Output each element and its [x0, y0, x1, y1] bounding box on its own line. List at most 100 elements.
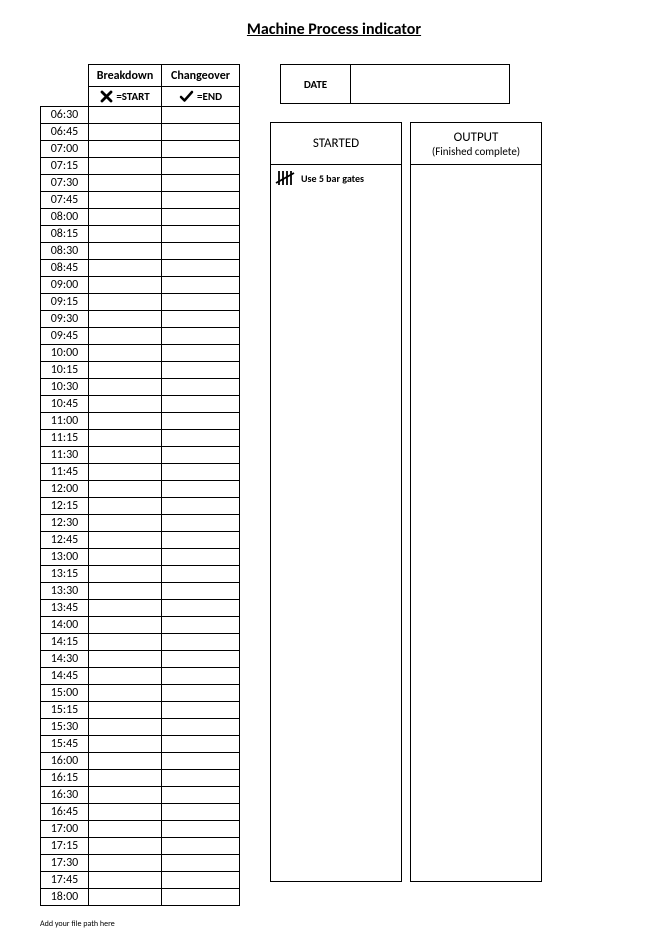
breakdown-cell[interactable] [89, 566, 162, 583]
started-body[interactable]: Use 5 bar gates [271, 165, 401, 881]
changeover-cell[interactable] [162, 481, 240, 498]
changeover-cell[interactable] [162, 175, 240, 192]
changeover-cell[interactable] [162, 651, 240, 668]
breakdown-cell[interactable] [89, 515, 162, 532]
breakdown-cell[interactable] [89, 311, 162, 328]
breakdown-cell[interactable] [89, 379, 162, 396]
breakdown-cell[interactable] [89, 855, 162, 872]
changeover-cell[interactable] [162, 770, 240, 787]
changeover-cell[interactable] [162, 447, 240, 464]
output-body[interactable] [411, 165, 541, 881]
changeover-cell[interactable] [162, 362, 240, 379]
changeover-cell[interactable] [162, 821, 240, 838]
changeover-cell[interactable] [162, 260, 240, 277]
breakdown-cell[interactable] [89, 549, 162, 566]
breakdown-cell[interactable] [89, 141, 162, 158]
breakdown-cell[interactable] [89, 634, 162, 651]
changeover-cell[interactable] [162, 328, 240, 345]
breakdown-cell[interactable] [89, 328, 162, 345]
date-value-field[interactable] [351, 65, 509, 103]
time-cell: 11:00 [41, 413, 89, 430]
breakdown-cell[interactable] [89, 532, 162, 549]
changeover-cell[interactable] [162, 566, 240, 583]
changeover-cell[interactable] [162, 787, 240, 804]
breakdown-cell[interactable] [89, 413, 162, 430]
breakdown-cell[interactable] [89, 838, 162, 855]
changeover-cell[interactable] [162, 124, 240, 141]
breakdown-cell[interactable] [89, 464, 162, 481]
breakdown-cell[interactable] [89, 362, 162, 379]
breakdown-cell[interactable] [89, 447, 162, 464]
changeover-cell[interactable] [162, 226, 240, 243]
breakdown-cell[interactable] [89, 821, 162, 838]
breakdown-cell[interactable] [89, 260, 162, 277]
changeover-cell[interactable] [162, 532, 240, 549]
changeover-cell[interactable] [162, 515, 240, 532]
breakdown-cell[interactable] [89, 158, 162, 175]
changeover-cell[interactable] [162, 396, 240, 413]
changeover-cell[interactable] [162, 107, 240, 124]
changeover-cell[interactable] [162, 549, 240, 566]
changeover-cell[interactable] [162, 192, 240, 209]
changeover-cell[interactable] [162, 413, 240, 430]
changeover-cell[interactable] [162, 889, 240, 906]
changeover-cell[interactable] [162, 804, 240, 821]
breakdown-cell[interactable] [89, 294, 162, 311]
breakdown-cell[interactable] [89, 736, 162, 753]
breakdown-cell[interactable] [89, 175, 162, 192]
breakdown-cell[interactable] [89, 498, 162, 515]
changeover-cell[interactable] [162, 719, 240, 736]
changeover-cell[interactable] [162, 753, 240, 770]
breakdown-cell[interactable] [89, 107, 162, 124]
changeover-cell[interactable] [162, 855, 240, 872]
changeover-cell[interactable] [162, 379, 240, 396]
changeover-cell[interactable] [162, 209, 240, 226]
breakdown-cell[interactable] [89, 583, 162, 600]
breakdown-cell[interactable] [89, 617, 162, 634]
changeover-cell[interactable] [162, 872, 240, 889]
breakdown-cell[interactable] [89, 702, 162, 719]
breakdown-cell[interactable] [89, 872, 162, 889]
changeover-cell[interactable] [162, 583, 240, 600]
changeover-cell[interactable] [162, 634, 240, 651]
changeover-cell[interactable] [162, 141, 240, 158]
breakdown-cell[interactable] [89, 719, 162, 736]
changeover-cell[interactable] [162, 736, 240, 753]
table-row: 08:30 [41, 243, 240, 260]
breakdown-cell[interactable] [89, 753, 162, 770]
changeover-cell[interactable] [162, 464, 240, 481]
breakdown-cell[interactable] [89, 124, 162, 141]
changeover-cell[interactable] [162, 617, 240, 634]
breakdown-cell[interactable] [89, 668, 162, 685]
changeover-cell[interactable] [162, 243, 240, 260]
breakdown-cell[interactable] [89, 770, 162, 787]
breakdown-cell[interactable] [89, 277, 162, 294]
breakdown-cell[interactable] [89, 787, 162, 804]
breakdown-cell[interactable] [89, 685, 162, 702]
breakdown-cell[interactable] [89, 192, 162, 209]
time-cell: 17:15 [41, 838, 89, 855]
breakdown-cell[interactable] [89, 600, 162, 617]
changeover-cell[interactable] [162, 600, 240, 617]
breakdown-cell[interactable] [89, 226, 162, 243]
breakdown-cell[interactable] [89, 430, 162, 447]
breakdown-cell[interactable] [89, 396, 162, 413]
changeover-cell[interactable] [162, 685, 240, 702]
breakdown-cell[interactable] [89, 889, 162, 906]
changeover-cell[interactable] [162, 294, 240, 311]
changeover-cell[interactable] [162, 838, 240, 855]
changeover-cell[interactable] [162, 311, 240, 328]
changeover-cell[interactable] [162, 668, 240, 685]
changeover-cell[interactable] [162, 158, 240, 175]
breakdown-cell[interactable] [89, 209, 162, 226]
changeover-cell[interactable] [162, 277, 240, 294]
changeover-cell[interactable] [162, 345, 240, 362]
changeover-cell[interactable] [162, 498, 240, 515]
breakdown-cell[interactable] [89, 804, 162, 821]
changeover-cell[interactable] [162, 430, 240, 447]
breakdown-cell[interactable] [89, 345, 162, 362]
breakdown-cell[interactable] [89, 481, 162, 498]
breakdown-cell[interactable] [89, 243, 162, 260]
breakdown-cell[interactable] [89, 651, 162, 668]
changeover-cell[interactable] [162, 702, 240, 719]
